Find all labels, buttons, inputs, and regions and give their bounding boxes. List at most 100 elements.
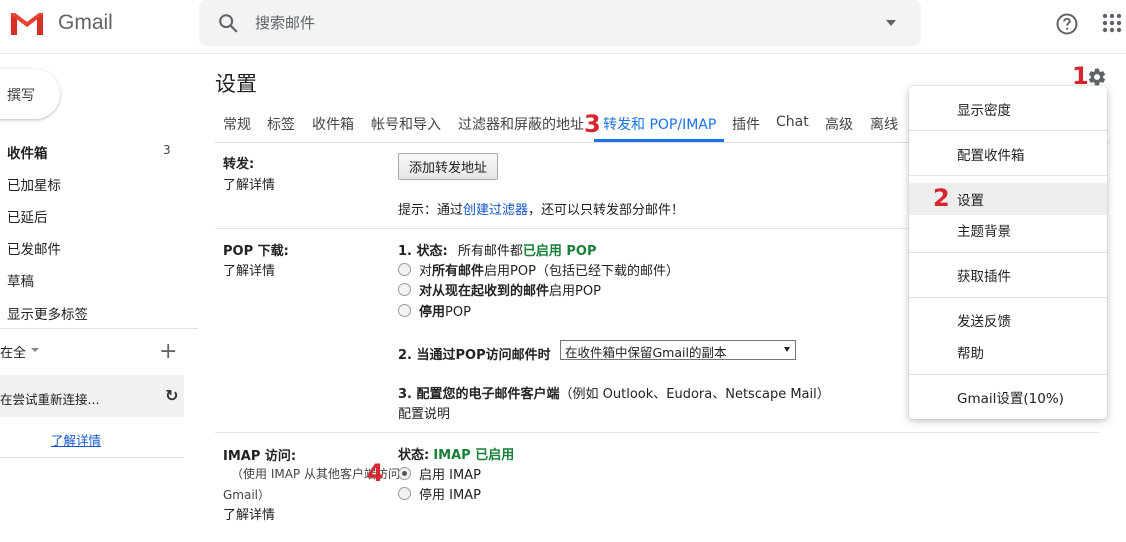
menu-divider <box>909 130 1107 131</box>
refresh-icon[interactable]: ↻ <box>165 386 178 405</box>
tab-chat[interactable]: Chat <box>776 114 809 130</box>
chevron-down-icon[interactable] <box>31 348 39 352</box>
apps-grid-icon[interactable] <box>1102 13 1122 33</box>
pop-download-label: POP 下载: <box>223 244 289 259</box>
pop-status-prefix: 1. 状态: <box>398 244 448 259</box>
pop-opt1-pre: 对 <box>419 264 433 279</box>
imap-access-label: IMAP 访问: <box>223 449 297 464</box>
menu-divider <box>909 374 1107 375</box>
menu-item-get-addons[interactable]: 获取插件 <box>909 259 1107 291</box>
gmail-brand-text: Gmail <box>58 11 113 34</box>
imap-status: 状态: IMAP 已启用 <box>398 444 514 463</box>
help-icon[interactable] <box>1055 12 1079 36</box>
pop-configure-label: 3. 配置您的电子邮件客户端 <box>398 387 560 402</box>
imap-enable-radio[interactable] <box>398 467 411 480</box>
menu-divider <box>909 175 1107 176</box>
settings-menu: 显示密度 配置收件箱 设置 2 主题背景 获取插件 发送反馈 帮助 Gmail设… <box>909 86 1107 419</box>
forwarding-learn-more-link[interactable]: 了解详情 <box>223 174 275 193</box>
pop-status-mid: 所有邮件都 <box>457 244 523 259</box>
create-filter-link[interactable]: 创建过滤器 <box>463 203 528 218</box>
pop-action-select-value: 在收件箱中保留Gmail的副本 <box>565 345 727 360</box>
sidebar-learn-more-link[interactable]: 了解详情 <box>51 430 101 449</box>
pop-from-now-label[interactable]: 对从现在起收到的邮件启用POP <box>419 280 601 299</box>
pop-opt3-post: POP <box>445 305 471 320</box>
tab-filters-blocked[interactable]: 过滤器和屏蔽的地址 <box>458 114 584 134</box>
top-bar: Gmail <box>0 0 1126 54</box>
tab-general[interactable]: 常规 <box>223 114 251 134</box>
annotation-marker-4: 4 <box>367 459 384 487</box>
search-bar[interactable] <box>199 0 921 46</box>
menu-item-display-density[interactable]: 显示密度 <box>909 93 1107 125</box>
compose-button[interactable]: 撰写 <box>0 69 60 119</box>
annotation-marker-2: 2 <box>933 184 950 212</box>
page-title: 设置 <box>215 72 257 96</box>
imap-status-prefix: 状态: <box>398 448 430 463</box>
imap-disable-label[interactable]: 停用 IMAP <box>419 484 481 503</box>
sidebar-item-inbox[interactable]: 收件箱 <box>7 142 48 162</box>
pop-learn-more-link[interactable]: 了解详情 <box>223 260 275 279</box>
dropdown-arrow-icon <box>784 347 790 352</box>
menu-divider <box>909 297 1107 298</box>
sidebar-item-sent[interactable]: 已发邮件 <box>7 238 61 258</box>
search-options-caret-icon[interactable] <box>886 20 896 26</box>
pop-status-value: 已启用 POP <box>522 244 597 259</box>
pop-opt1-bold: 所有邮件 <box>432 264 485 279</box>
tab-addons[interactable]: 插件 <box>732 114 760 134</box>
imap-status-value: IMAP 已启用 <box>433 448 515 463</box>
tip-suffix: ，还可以只转发部分邮件！ <box>528 203 685 218</box>
menu-item-configure-inbox[interactable]: 配置收件箱 <box>909 138 1107 170</box>
gmail-logo-icon[interactable] <box>9 9 45 37</box>
section-divider <box>215 432 1100 433</box>
reconnect-banner: 在尝试重新连接... ↻ <box>0 375 184 417</box>
tab-inbox[interactable]: 收件箱 <box>312 114 354 134</box>
tip-prefix: 提示：通过 <box>398 203 464 218</box>
pop-configure-note: （例如 Outlook、Eudora、Netscape Mail） <box>559 387 830 402</box>
pop-all-mail-radio[interactable] <box>398 263 411 276</box>
imap-learn-more-link[interactable]: 了解详情 <box>223 504 275 523</box>
pop-disable-label[interactable]: 停用POP <box>419 301 471 320</box>
imap-note-line2: Gmail） <box>223 488 271 502</box>
tab-advanced[interactable]: 高级 <box>825 114 853 134</box>
menu-item-send-feedback[interactable]: 发送反馈 <box>909 304 1107 336</box>
tab-accounts-import[interactable]: 帐号和导入 <box>371 114 441 134</box>
annotation-marker-1: 1 <box>1072 62 1089 90</box>
sidebar-item-snoozed[interactable]: 已延后 <box>7 206 48 226</box>
add-icon[interactable]: + <box>159 341 177 363</box>
pop-action-select[interactable]: 在收件箱中保留Gmail的副本 <box>560 340 796 360</box>
sidebar-item-drafts[interactable]: 草稿 <box>7 270 34 290</box>
tab-forwarding-pop-imap[interactable]: 转发和 POP/IMAP <box>603 114 716 134</box>
hangouts-user-name[interactable]: 在全 <box>0 342 26 361</box>
pop-configure-instructions-link[interactable]: 配置说明 <box>398 403 450 422</box>
pop-opt2-bold: 对从现在起收到的邮件 <box>419 284 550 299</box>
menu-item-themes[interactable]: 主题背景 <box>909 214 1107 246</box>
gear-icon[interactable] <box>1087 67 1107 87</box>
sidebar-divider <box>0 457 184 458</box>
menu-item-gmail-settings-progress[interactable]: Gmail设置(10%) <box>909 381 1107 413</box>
pop-configure-client: 3. 配置您的电子邮件客户端（例如 Outlook、Eudora、Netscap… <box>398 383 830 402</box>
pop-disable-radio[interactable] <box>398 304 411 317</box>
sidebar-divider <box>0 328 198 329</box>
forwarding-label: 转发: <box>223 157 255 172</box>
menu-item-help[interactable]: 帮助 <box>909 336 1107 368</box>
pop-opt3-bold: 停用 <box>419 305 446 320</box>
tab-labels[interactable]: 标签 <box>267 114 295 134</box>
pop-when-accessed-label: 2. 当通过POP访问邮件时 <box>398 348 551 363</box>
pop-all-mail-label[interactable]: 对所有邮件启用POP（包括已经下载的邮件） <box>419 260 679 279</box>
inbox-unread-count: 3 <box>163 143 171 157</box>
pop-opt2-post: 启用POP <box>549 284 601 299</box>
sidebar-item-starred[interactable]: 已加星标 <box>7 174 61 194</box>
annotation-marker-3: 3 <box>584 110 601 138</box>
forwarding-tip: 提示：通过创建过滤器，还可以只转发部分邮件！ <box>398 199 684 218</box>
search-icon[interactable] <box>217 12 239 34</box>
pop-status: 1. 状态: 所有邮件都已启用 POP <box>398 240 597 259</box>
pop-opt1-post: 启用POP（包括已经下载的邮件） <box>484 264 679 279</box>
imap-enable-label[interactable]: 启用 IMAP <box>419 464 481 483</box>
reconnect-text: 在尝试重新连接... <box>0 392 100 407</box>
pop-from-now-radio[interactable] <box>398 283 411 296</box>
menu-divider <box>909 252 1107 253</box>
add-forwarding-address-button[interactable]: 添加转发地址 <box>398 153 498 180</box>
imap-disable-radio[interactable] <box>398 487 411 500</box>
sidebar-item-more-labels[interactable]: 显示更多标签 <box>7 303 88 323</box>
search-input[interactable] <box>255 10 855 36</box>
tab-offline[interactable]: 离线 <box>870 114 898 134</box>
